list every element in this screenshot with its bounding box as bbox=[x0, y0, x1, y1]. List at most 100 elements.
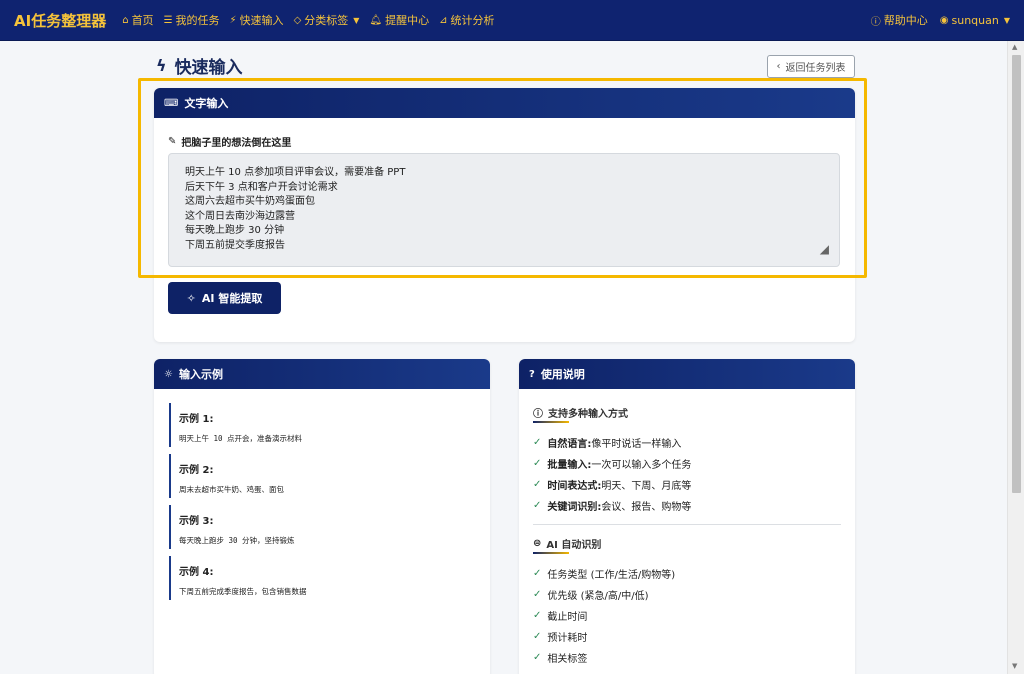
nav-item-categories[interactable]: ◇ 分类标签 ▼ bbox=[294, 12, 360, 28]
usage-guide-card-header: ? 使用说明 bbox=[519, 359, 855, 389]
scroll-thumb[interactable] bbox=[1012, 55, 1021, 493]
example-text: 每天晚上跑步 30 分钟，坚持锻炼 bbox=[179, 536, 295, 545]
question-circle-icon: ⓘ bbox=[870, 16, 881, 28]
nav-item-label: 分类标签 bbox=[304, 14, 349, 27]
nav-right: ⓘ 帮助中心 ◉ sunquan ▼ bbox=[871, 12, 1010, 28]
page-scrollbar[interactable]: ▲ ▼ bbox=[1007, 41, 1024, 674]
nav-menu: ⌂ 首页 ☰ 我的任务 ⚡ 快速输入 ◇ 分类标签 ▼ 🔔︎ 提醒中心 ⊿ 统计… bbox=[122, 12, 494, 28]
example-item[interactable]: 示例 4: 下周五前完成季度报告，包含销售数据 bbox=[169, 556, 479, 600]
scroll-down-icon[interactable]: ▼ bbox=[1012, 662, 1017, 670]
back-button-label: 返回任务列表 bbox=[785, 63, 846, 74]
nav-item-label: 我的任务 bbox=[175, 14, 220, 27]
section-title-text: AI 自动识别 bbox=[546, 540, 602, 551]
section-underline bbox=[533, 552, 569, 554]
nav-item-quick-input[interactable]: ⚡ 快速输入 bbox=[230, 12, 284, 28]
home-icon: ⌂ bbox=[122, 14, 129, 26]
ai-extract-button[interactable]: ✧ AI 智能提取 bbox=[168, 282, 281, 314]
check-icon: ✓ bbox=[533, 652, 542, 663]
example-item[interactable]: 示例 2: 周末去超市买牛奶、鸡蛋、面包 bbox=[169, 454, 479, 498]
example-item[interactable]: 示例 3: 每天晚上跑步 30 分钟，坚持锻炼 bbox=[169, 505, 479, 549]
question-circle-icon: ? bbox=[529, 368, 535, 380]
text-input-card-header: ⌨ 文字输入 bbox=[154, 88, 855, 118]
feature-item: ✓ 关键词识别:会议、报告、购物等 bbox=[533, 500, 692, 513]
robot-icon: ⊜ bbox=[533, 538, 542, 549]
textarea-line: 这周六去超市买牛奶鸡蛋面包 bbox=[185, 196, 315, 207]
example-title: 示例 1: bbox=[179, 414, 214, 425]
usage-guide-card: ? 使用说明 ⓘ 支持多种输入方式 ✓ 自然语言:像平时说话一样输入 ✓ 批量输… bbox=[519, 359, 855, 674]
check-icon: ✓ bbox=[533, 437, 542, 448]
section-underline bbox=[533, 421, 569, 423]
textarea-line: 下周五前提交季度报告 bbox=[185, 239, 285, 251]
example-text: 周末去超市买牛奶、鸡蛋、面包 bbox=[179, 485, 284, 494]
thoughts-textarea[interactable]: 明天上午 10 点参加项目评审会议，需要准备 PPT 后天下午 3 点和客户开会… bbox=[168, 153, 840, 267]
brand-logo[interactable]: AI任务整理器 bbox=[14, 10, 106, 31]
chart-icon: ⊿ bbox=[439, 14, 448, 26]
scroll-up-icon[interactable]: ▲ bbox=[1012, 43, 1017, 51]
user-menu[interactable]: ◉ sunquan ▼ bbox=[940, 14, 1010, 27]
check-icon: ✓ bbox=[533, 479, 542, 490]
info-icon: ⓘ bbox=[533, 409, 543, 420]
example-title: 示例 4: bbox=[179, 567, 214, 578]
keyboard-icon: ⌨ bbox=[164, 97, 179, 109]
bolt-icon: ⚡ bbox=[229, 14, 237, 26]
nav-item-label: 快速输入 bbox=[239, 14, 284, 27]
edit-icon: ✎ bbox=[168, 136, 177, 147]
check-icon: ✓ bbox=[533, 610, 542, 621]
magic-wand-icon: ✧ bbox=[186, 291, 196, 305]
nav-item-home[interactable]: ⌂ 首页 bbox=[122, 12, 153, 28]
nav-item-my-tasks[interactable]: ☰ 我的任务 bbox=[164, 12, 220, 28]
card-header-title: 使用说明 bbox=[540, 368, 585, 381]
example-text: 下周五前完成季度报告，包含销售数据 bbox=[179, 587, 307, 596]
textarea-label: ✎ 把脑子里的想法倒在这里 bbox=[168, 134, 291, 149]
nav-item-help[interactable]: ⓘ 帮助中心 bbox=[871, 12, 928, 28]
chevron-down-icon: ▼ bbox=[1003, 15, 1010, 25]
nav-item-label: 统计分析 bbox=[450, 14, 495, 27]
example-text: 明天上午 10 点开会，准备演示材料 bbox=[179, 434, 303, 443]
bell-icon: 🔔︎ bbox=[369, 14, 383, 26]
divider bbox=[533, 524, 841, 525]
nav-item-label: 首页 bbox=[131, 14, 154, 27]
example-title: 示例 2: bbox=[179, 465, 214, 476]
check-icon: ✓ bbox=[533, 568, 542, 579]
nav-item-label: 提醒中心 bbox=[385, 14, 430, 27]
ai-extract-label: AI 智能提取 bbox=[201, 292, 263, 305]
section-title-text: 支持多种输入方式 bbox=[548, 409, 628, 420]
recognition-item: ✓ 截止时间 bbox=[533, 610, 588, 623]
section-title-input-methods: ⓘ 支持多种输入方式 bbox=[533, 405, 628, 420]
feature-item: ✓ 时间表达式:明天、下周、月底等 bbox=[533, 479, 692, 492]
recognition-item: ✓ 相关标签 bbox=[533, 652, 588, 665]
recognition-item: ✓ 预计耗时 bbox=[533, 631, 588, 644]
feature-item: ✓ 批量输入:一次可以输入多个任务 bbox=[533, 458, 692, 471]
chevron-down-icon: ▼ bbox=[353, 15, 360, 25]
bolt-icon: ϟ bbox=[156, 56, 167, 75]
example-title: 示例 3: bbox=[179, 516, 214, 527]
check-icon: ✓ bbox=[533, 458, 542, 469]
check-icon: ✓ bbox=[533, 500, 542, 511]
page-title-text: 快速输入 bbox=[174, 58, 243, 78]
nav-item-label: 帮助中心 bbox=[883, 14, 928, 27]
resize-handle-icon[interactable]: ◢ bbox=[820, 242, 829, 257]
example-item[interactable]: 示例 1: 明天上午 10 点开会，准备演示材料 bbox=[169, 403, 479, 447]
user-name: sunquan bbox=[951, 13, 999, 27]
textarea-label-text: 把脑子里的想法倒在这里 bbox=[181, 138, 292, 149]
examples-card: ☼ 输入示例 示例 1: 明天上午 10 点开会，准备演示材料 示例 2: 周末… bbox=[154, 359, 490, 674]
back-to-task-list-button[interactable]: ‹ 返回任务列表 bbox=[767, 55, 855, 78]
section-title-ai-recognition: ⊜ AI 自动识别 bbox=[533, 536, 601, 551]
check-icon: ✓ bbox=[533, 631, 542, 642]
textarea-line: 这个周日去南沙海边露营 bbox=[185, 210, 295, 222]
user-icon: ◉ bbox=[939, 14, 949, 26]
text-input-card: ⌨ 文字输入 ✎ 把脑子里的想法倒在这里 明天上午 10 点参加项目评审会议，需… bbox=[154, 88, 855, 342]
lightbulb-icon: ☼ bbox=[164, 368, 173, 380]
card-header-title: 文字输入 bbox=[184, 97, 229, 110]
textarea-line: 每天晚上跑步 30 分钟 bbox=[185, 225, 285, 236]
nav-item-reminders[interactable]: 🔔︎ 提醒中心 bbox=[369, 12, 429, 28]
page-title: ϟ 快速输入 bbox=[156, 53, 243, 78]
nav-item-statistics[interactable]: ⊿ 统计分析 bbox=[439, 12, 494, 28]
top-navbar: AI任务整理器 ⌂ 首页 ☰ 我的任务 ⚡ 快速输入 ◇ 分类标签 ▼ 🔔︎ 提… bbox=[0, 0, 1024, 41]
textarea-line: 后天下午 3 点和客户开会讨论需求 bbox=[185, 181, 338, 193]
feature-item: ✓ 自然语言:像平时说话一样输入 bbox=[533, 437, 682, 450]
recognition-item: ✓ 优先级 (紧急/高/中/低) bbox=[533, 589, 649, 602]
tag-icon: ◇ bbox=[293, 14, 302, 26]
examples-card-header: ☼ 输入示例 bbox=[154, 359, 490, 389]
chevron-left-icon: ‹ bbox=[776, 61, 781, 72]
